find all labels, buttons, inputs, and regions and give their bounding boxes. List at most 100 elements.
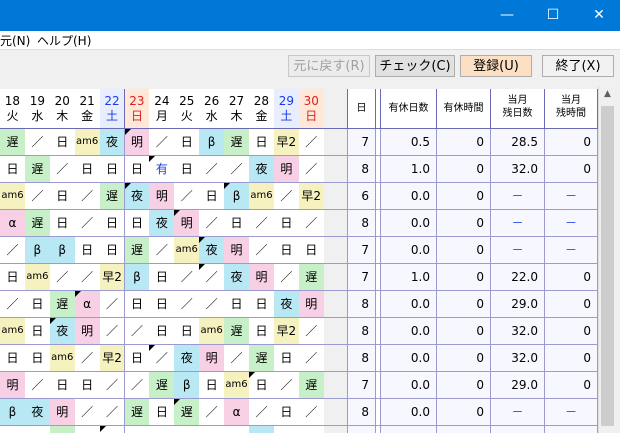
shift-cell[interactable]: ／ <box>199 291 226 318</box>
shift-cell[interactable]: 日 <box>124 210 151 237</box>
shift-cell[interactable]: 早2 <box>99 345 126 372</box>
shift-cell[interactable]: ／ <box>24 183 51 210</box>
shift-cell[interactable]: β <box>199 129 226 156</box>
shift-cell[interactable]: ／ <box>199 399 226 426</box>
shift-cell[interactable]: ／ <box>174 183 201 210</box>
shift-cell[interactable]: 遅 <box>249 345 275 372</box>
shift-cell[interactable]: ／ <box>74 426 101 433</box>
shift-cell[interactable]: 日 <box>24 345 51 372</box>
shift-cell[interactable]: am6 <box>174 237 201 264</box>
shift-cell[interactable]: 日 <box>124 156 151 183</box>
shift-cell[interactable]: 明 <box>0 372 26 399</box>
shift-cell[interactable]: ／ <box>99 372 126 399</box>
shift-cell[interactable]: 日 <box>124 291 151 318</box>
shift-cell[interactable]: 日 <box>149 291 176 318</box>
shift-cell[interactable]: 日 <box>249 291 275 318</box>
shift-cell[interactable]: am6 <box>24 264 51 291</box>
shift-cell[interactable]: 日 <box>249 318 275 345</box>
shift-cell[interactable]: 夜 <box>149 210 176 237</box>
shift-cell[interactable]: 早2 <box>298 183 325 210</box>
shift-cell[interactable]: 遅 <box>298 264 325 291</box>
shift-cell[interactable]: ／ <box>74 345 101 372</box>
shift-cell[interactable]: 日 <box>74 372 101 399</box>
date-header[interactable]: 23 日 <box>124 89 151 129</box>
shift-cell[interactable]: ／ <box>74 264 101 291</box>
shift-cell[interactable]: 日 <box>273 399 300 426</box>
shift-cell[interactable]: 有 <box>149 156 176 183</box>
shift-cell[interactable]: 夜 <box>174 345 201 372</box>
shift-cell[interactable]: ／ <box>224 156 250 183</box>
shift-cell[interactable]: ／ <box>298 210 325 237</box>
shift-cell[interactable]: ／ <box>0 237 26 264</box>
shift-cell[interactable]: 日 <box>298 237 325 264</box>
shift-cell[interactable]: 早2 <box>273 129 300 156</box>
shift-cell[interactable]: 日 <box>99 237 126 264</box>
shift-cell[interactable]: ／ <box>174 291 201 318</box>
shift-cell[interactable]: am6 <box>249 183 275 210</box>
shift-cell[interactable]: ／ <box>273 264 300 291</box>
shift-cell[interactable]: am6 <box>49 345 76 372</box>
close-icon[interactable]: ✕ <box>576 0 620 31</box>
shift-cell[interactable]: 遅 <box>149 372 176 399</box>
date-header[interactable]: 22 土 <box>99 89 126 129</box>
shift-cell[interactable]: α <box>224 399 250 426</box>
shift-cell[interactable]: am6 <box>74 129 101 156</box>
date-header[interactable]: 27 木 <box>224 89 250 129</box>
shift-cell[interactable]: ／ <box>298 426 325 433</box>
shift-cell[interactable]: ／ <box>249 237 275 264</box>
shift-cell[interactable]: 明 <box>174 210 201 237</box>
menu-item-original[interactable]: 元(N) <box>0 32 30 49</box>
shift-cell[interactable]: 日 <box>124 345 151 372</box>
shift-cell[interactable]: ／ <box>199 264 226 291</box>
shift-cell[interactable]: ／ <box>298 156 325 183</box>
shift-cell[interactable]: ／ <box>273 183 300 210</box>
date-header[interactable]: 19 水 <box>24 89 51 129</box>
shift-cell[interactable]: 日 <box>149 318 176 345</box>
minimize-icon[interactable]: — <box>484 0 530 31</box>
shift-cell[interactable]: β <box>49 237 76 264</box>
shift-cell[interactable]: 日 <box>199 183 226 210</box>
shift-cell[interactable]: 遅 <box>99 183 126 210</box>
shift-cell[interactable]: 日 <box>0 264 26 291</box>
shift-cell[interactable]: 遅 <box>0 129 26 156</box>
shift-cell[interactable]: 明 <box>224 237 250 264</box>
shift-cell[interactable]: β <box>224 183 250 210</box>
menu-item-help[interactable]: ヘルプ(H) <box>37 32 91 49</box>
shift-cell[interactable]: ／ <box>224 345 250 372</box>
shift-cell[interactable]: 明 <box>298 291 325 318</box>
shift-cell[interactable]: ／ <box>24 372 51 399</box>
date-header[interactable]: 29 土 <box>273 89 300 129</box>
shift-cell[interactable]: 日 <box>149 264 176 291</box>
shift-cell[interactable]: 遅 <box>24 156 51 183</box>
shift-cell[interactable]: 日 <box>174 129 201 156</box>
shift-cell[interactable]: 明 <box>124 129 151 156</box>
shift-cell[interactable]: 日 <box>273 210 300 237</box>
shift-cell[interactable]: 明 <box>199 345 226 372</box>
shift-cell[interactable]: 日 <box>49 372 76 399</box>
shift-cell[interactable]: ／ <box>174 426 201 433</box>
shift-cell[interactable]: 夜 <box>99 129 126 156</box>
shift-cell[interactable]: β <box>124 264 151 291</box>
shift-cell[interactable]: 夜 <box>224 264 250 291</box>
shift-cell[interactable]: 夜 <box>249 156 275 183</box>
shift-cell[interactable]: ／ <box>174 264 201 291</box>
shift-cell[interactable]: 日 <box>24 318 51 345</box>
shift-cell[interactable]: 日 <box>174 318 201 345</box>
date-header[interactable]: 26 水 <box>199 89 226 129</box>
shift-cell[interactable]: ／ <box>273 372 300 399</box>
shift-cell[interactable]: 遅 <box>49 291 76 318</box>
shift-cell[interactable]: 夜 <box>273 291 300 318</box>
shift-cell[interactable]: am6 <box>0 183 26 210</box>
shift-cell[interactable]: 日 <box>249 129 275 156</box>
shift-cell[interactable]: 日 <box>273 237 300 264</box>
shift-cell[interactable]: 日 <box>24 426 51 433</box>
shift-cell[interactable]: 日 <box>174 156 201 183</box>
shift-cell[interactable]: 日 <box>149 426 176 433</box>
shift-cell[interactable]: ／ <box>99 318 126 345</box>
shift-cell[interactable]: ／ <box>49 156 76 183</box>
shift-cell[interactable]: 日 <box>49 129 76 156</box>
shift-cell[interactable]: 日 <box>0 345 26 372</box>
shift-cell[interactable]: ／ <box>74 210 101 237</box>
shift-cell[interactable]: 遅 <box>124 399 151 426</box>
shift-cell[interactable]: 日 <box>273 426 300 433</box>
